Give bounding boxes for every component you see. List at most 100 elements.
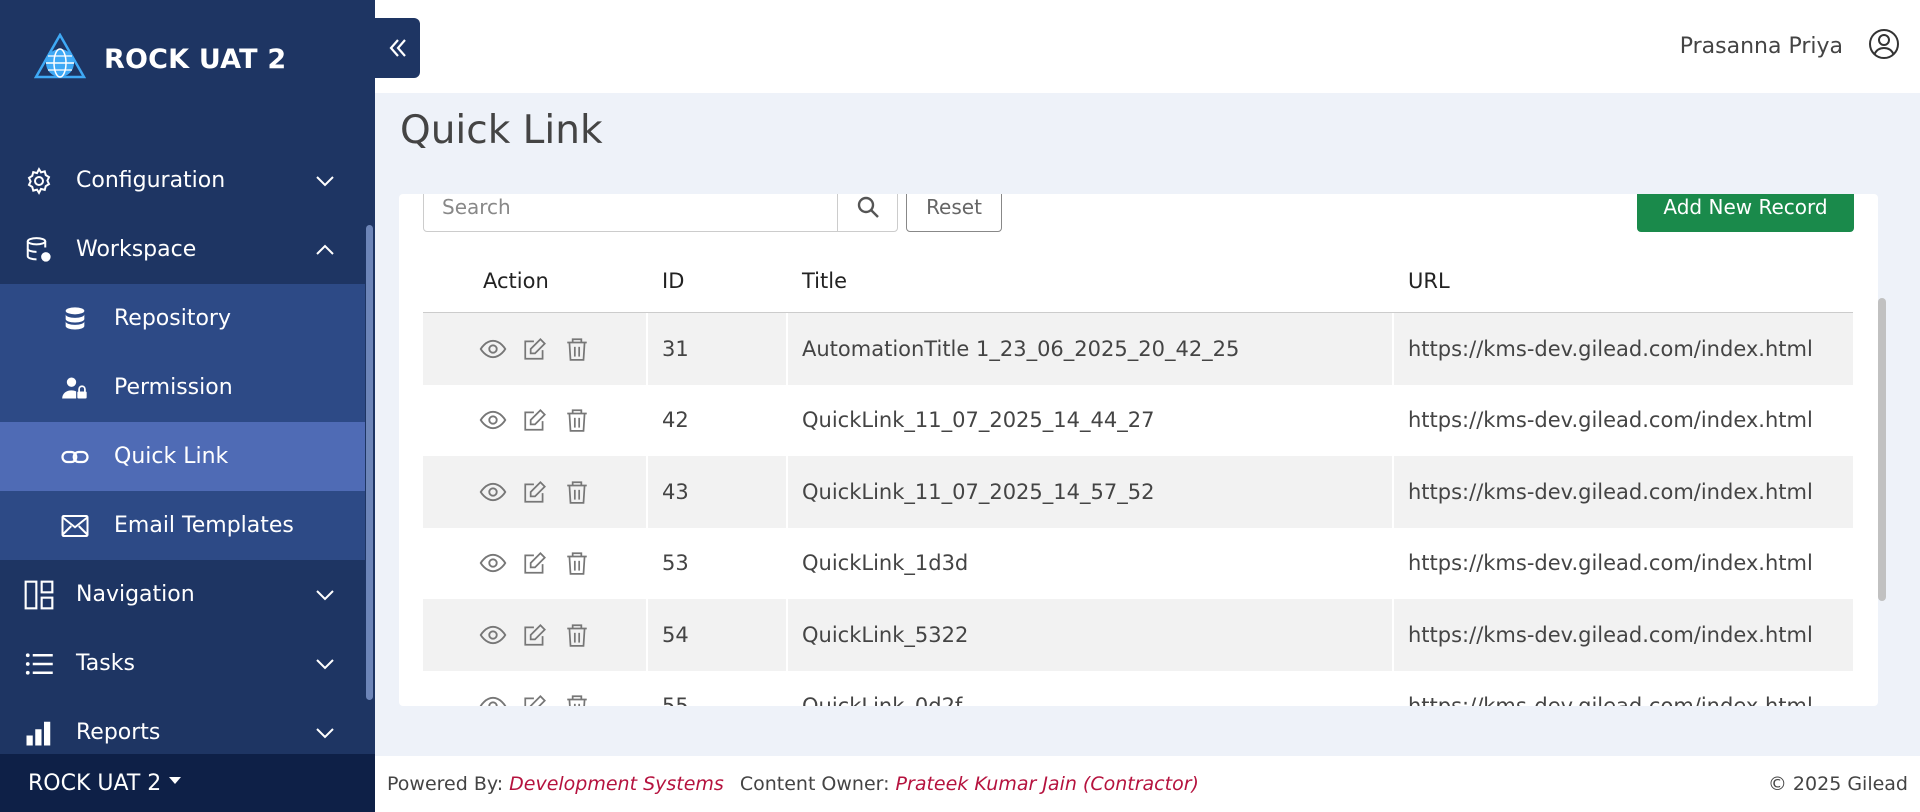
search-button[interactable] (837, 194, 897, 231)
user-circle-icon[interactable] (1868, 28, 1900, 60)
brand[interactable]: ROCK UAT 2 (0, 0, 375, 118)
row-actions (423, 384, 648, 456)
sidebar-item-workspace[interactable]: Workspace (0, 215, 365, 284)
delete-icon[interactable] (562, 620, 592, 650)
sidebar-item-repository[interactable]: Repository (0, 284, 365, 353)
sidebar-item-label: Tasks (76, 651, 135, 676)
content-owner-label: Content Owner: (739, 773, 890, 795)
list-icon (22, 647, 56, 681)
powered-by-link[interactable]: Development Systems (509, 773, 724, 795)
sidebar-scrollbar[interactable] (366, 225, 373, 700)
sidebar-item-label: Navigation (76, 582, 195, 607)
cell-title: QuickLink_11_07_2025_14_44_27 (788, 384, 1394, 456)
sidebar-item-label: Quick Link (114, 444, 229, 469)
view-icon[interactable] (478, 620, 508, 650)
edit-icon[interactable] (520, 691, 550, 706)
add-new-record-button[interactable]: Add New Record (1637, 194, 1854, 232)
search-input[interactable] (424, 194, 837, 231)
cell-id: 42 (648, 384, 788, 456)
view-icon[interactable] (478, 334, 508, 364)
cell-id: 31 (648, 313, 788, 385)
sidebar-nav: Configuration Workspace Repository Permi… (0, 146, 365, 767)
column-header-id[interactable]: ID (648, 250, 788, 312)
search-box (423, 194, 898, 232)
bar-chart-icon (22, 716, 56, 750)
delete-icon[interactable] (562, 405, 592, 435)
view-icon[interactable] (478, 548, 508, 578)
sidebar-item-navigation[interactable]: Navigation (0, 560, 365, 629)
top-bar: Prasanna Priya (375, 0, 1920, 93)
edit-icon[interactable] (520, 548, 550, 578)
view-icon[interactable] (478, 691, 508, 706)
table-body: 31 AutomationTitle 1_23_06_2025_20_42_25 h… (423, 313, 1853, 706)
row-actions (423, 313, 648, 385)
sidebar-item-configuration[interactable]: Configuration (0, 146, 365, 215)
sidebar-item-label: Workspace (76, 237, 197, 262)
sidebar-item-label: Configuration (76, 168, 226, 193)
brand-name: ROCK UAT 2 (104, 43, 287, 75)
reset-button[interactable]: Reset (906, 194, 1002, 232)
row-actions (423, 670, 648, 706)
environment-switcher[interactable]: ROCK UAT 2 (0, 754, 375, 812)
edit-icon[interactable] (520, 620, 550, 650)
chevron-down-icon (316, 589, 334, 600)
column-header-action[interactable]: Action (423, 250, 648, 312)
link-icon (58, 440, 92, 474)
delete-icon[interactable] (562, 334, 592, 364)
sidebar-collapse-button[interactable] (375, 18, 420, 78)
double-chevron-left-icon (389, 39, 406, 57)
cell-title: QuickLink_11_07_2025_14_57_52 (788, 456, 1394, 528)
table-header: Action ID Title URL (423, 250, 1853, 313)
table-row: 42 QuickLink_11_07_2025_14_44_27 https://k… (423, 384, 1853, 457)
caret-down-icon (169, 776, 182, 784)
sidebar-item-label: Email Templates (114, 513, 294, 538)
edit-icon[interactable] (520, 334, 550, 364)
sidebar-item-email-templates[interactable]: Email Templates (0, 491, 365, 560)
edit-icon[interactable] (520, 405, 550, 435)
content-owner-link[interactable]: Prateek Kumar Jain (Contractor) (896, 773, 1199, 795)
cell-url[interactable]: https://kms-dev.gilead.com/index.html (1394, 528, 1853, 600)
envelope-icon (58, 509, 92, 543)
row-actions (423, 456, 648, 528)
database-gear-icon (22, 233, 56, 267)
view-icon[interactable] (478, 405, 508, 435)
row-actions (423, 599, 648, 671)
chevron-up-icon (316, 244, 334, 255)
cell-title: QuickLink_0d2f (788, 670, 1394, 706)
sidebar-item-tasks[interactable]: Tasks (0, 629, 365, 698)
table-row: 31 AutomationTitle 1_23_06_2025_20_42_25 h… (423, 313, 1853, 385)
quick-link-table: Action ID Title URL 31 AutomationTitle 1_… (423, 250, 1853, 706)
chevron-down-icon (316, 175, 334, 186)
table-scrollbar[interactable] (1878, 298, 1886, 601)
user-name[interactable]: Prasanna Priya (1680, 34, 1843, 59)
table-row: 43 QuickLink_11_07_2025_14_57_52 https://k… (423, 456, 1853, 528)
column-header-title[interactable]: Title (788, 250, 1394, 312)
delete-icon[interactable] (562, 548, 592, 578)
cell-url[interactable]: https://kms-dev.gilead.com/index.html (1394, 456, 1853, 528)
globe-logo-icon (34, 33, 86, 79)
cell-url[interactable]: https://kms-dev.gilead.com/index.html (1394, 313, 1853, 385)
delete-icon[interactable] (562, 691, 592, 706)
edit-icon[interactable] (520, 477, 550, 507)
gear-icon (22, 164, 56, 198)
cell-id: 55 (648, 670, 788, 706)
cell-id: 43 (648, 456, 788, 528)
sidebar-item-permission[interactable]: Permission (0, 353, 365, 422)
cell-url[interactable]: https://kms-dev.gilead.com/index.html (1394, 385, 1853, 457)
page-footer: Powered By: Development Systems Content … (375, 756, 1920, 812)
cell-url[interactable]: https://kms-dev.gilead.com/index.html (1394, 671, 1853, 706)
cell-id: 54 (648, 599, 788, 671)
sidebar-item-label: Permission (114, 375, 233, 400)
quick-link-card: Reset Add New Record Action ID Title URL… (399, 194, 1878, 706)
table-row: 55QuickLink_0d2fhttps://kms-dev.gilead.c… (423, 670, 1853, 706)
sidebar-item-label: Reports (76, 720, 161, 745)
layout-icon (22, 578, 56, 612)
column-header-url[interactable]: URL (1394, 250, 1853, 312)
cell-url[interactable]: https://kms-dev.gilead.com/index.html (1394, 599, 1853, 671)
page-title: Quick Link (400, 108, 603, 153)
view-icon[interactable] (478, 477, 508, 507)
delete-icon[interactable] (562, 477, 592, 507)
database-icon (58, 302, 92, 336)
sidebar-item-quick-link[interactable]: Quick Link (0, 422, 365, 491)
sidebar-item-label: Repository (114, 306, 231, 331)
